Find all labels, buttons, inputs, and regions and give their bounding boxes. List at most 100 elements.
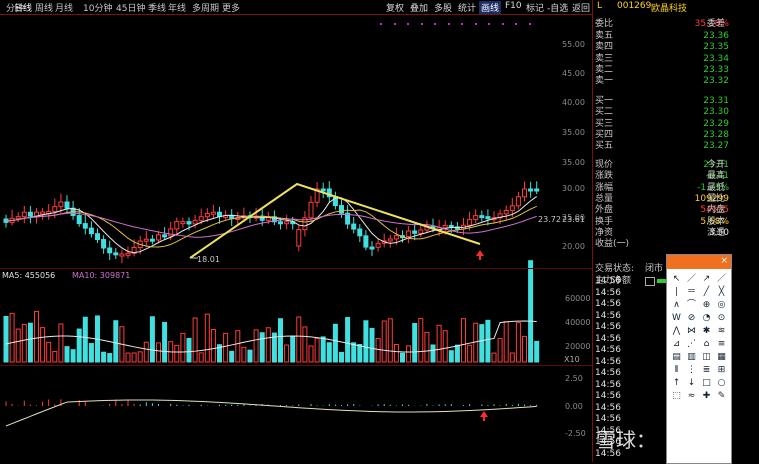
palette-tool-icon[interactable]: ✚ xyxy=(699,390,714,403)
palette-tool-icon[interactable]: ⌂ xyxy=(699,338,714,351)
palette-header[interactable]: × xyxy=(667,255,731,269)
volume-bar xyxy=(131,352,137,363)
palette-tool-icon[interactable]: ⋀ xyxy=(669,325,684,338)
f10-button[interactable]: F10 xyxy=(505,1,522,11)
period-tab[interactable]: 月线 xyxy=(55,1,73,14)
close-icon[interactable]: × xyxy=(720,256,728,266)
volume-bar xyxy=(363,320,369,363)
palette-tool-icon[interactable]: ⋈ xyxy=(684,325,699,338)
quote-row-label: 外盘 xyxy=(595,205,614,216)
statistics-button[interactable]: 统计 xyxy=(458,1,476,14)
sell-row: 卖二 23.33 xyxy=(595,65,759,75)
palette-tool-icon[interactable]: ⋮ xyxy=(684,364,699,377)
palette-tool-icon[interactable]: ≋ xyxy=(714,325,729,338)
palette-tool-icon[interactable]: ／ xyxy=(684,273,699,286)
palette-tool-icon[interactable]: ⬚ xyxy=(669,390,684,403)
overlay-button[interactable]: 叠加 xyxy=(410,1,428,14)
quote-row-label: 收益(一) xyxy=(595,239,630,250)
period-tab[interactable]: 多周期 xyxy=(192,1,219,14)
multi-stock-button[interactable]: 多股 xyxy=(434,1,452,14)
quote-row-label2: 最高 xyxy=(707,171,726,182)
quote-row: 涨幅 -1.73% 最低 xyxy=(595,183,759,193)
volume-bar xyxy=(137,351,143,363)
restore-right-button[interactable]: 复权 xyxy=(386,1,404,14)
palette-tool-icon[interactable]: ⋰ xyxy=(684,338,699,351)
candle xyxy=(27,211,33,217)
palette-tool-icon[interactable]: ⊘ xyxy=(684,312,699,325)
ma5-label: MA5: 455056 xyxy=(2,271,56,280)
candle xyxy=(168,228,174,237)
candle xyxy=(357,228,363,237)
palette-tool-icon[interactable]: ╱ xyxy=(699,286,714,299)
candle xyxy=(21,211,27,218)
toggle-icon[interactable] xyxy=(645,277,655,286)
candle xyxy=(101,239,107,249)
palette-tool-icon[interactable]: ⌒ xyxy=(684,299,699,312)
mark-button[interactable]: 标记 xyxy=(526,1,544,14)
palette-tool-icon[interactable]: ◫ xyxy=(699,351,714,364)
period-tab[interactable]: 更多 xyxy=(222,1,240,14)
trade-status-label: 交易状态: xyxy=(595,264,635,274)
palette-tool-icon[interactable]: ◔ xyxy=(699,312,714,325)
period-tab[interactable]: 周线 xyxy=(35,1,53,14)
period-tab[interactable]: 45日钟 xyxy=(116,1,145,14)
palette-tool-icon[interactable]: ∧ xyxy=(669,299,684,312)
period-tab-daily[interactable]: 日线 xyxy=(14,1,32,14)
stock-code: 001269 xyxy=(617,1,652,11)
palette-tool-icon[interactable]: ⊞ xyxy=(714,364,729,377)
drawing-palette[interactable]: × ↖ ／ ↗ ／ | ＝ ╱ ╳ ∧ ⌒ ⊕ ◎ W ⊘ ◔ ⊙ ⋀ ⋈ ✱ ≋ ⊿ ⋰ ⌂ ≡ ▤ ▥ ◫ ▦ ⦀ ⋮ ≣ ⊞ ↑ ↓ □ ○ ⬚ ≈… xyxy=(666,254,732,464)
palette-tool-icon[interactable]: □ xyxy=(699,377,714,390)
volume-bar xyxy=(162,321,168,363)
signal-dot xyxy=(447,23,450,25)
volume-bar xyxy=(88,343,94,363)
candle xyxy=(369,246,375,250)
palette-tool-icon[interactable]: ↑ xyxy=(669,377,684,390)
palette-tool-icon[interactable]: ⊕ xyxy=(699,299,714,312)
palette-tool-icon[interactable]: ⦀ xyxy=(669,364,684,377)
palette-tool-icon[interactable]: ▤ xyxy=(669,351,684,364)
palette-tool-icon[interactable]: ↗ xyxy=(699,273,714,286)
palette-tool-icon[interactable]: ⊿ xyxy=(669,338,684,351)
quote-row-label2: 今开 xyxy=(707,160,726,170)
quote-row-label2: 量比 xyxy=(707,193,726,204)
sell-row: 卖五 23.36 xyxy=(595,31,759,41)
signal-dot xyxy=(461,23,463,25)
period-tab[interactable]: 季线 xyxy=(148,1,166,14)
volume-bar xyxy=(515,322,521,363)
palette-tool-icon[interactable]: ▥ xyxy=(684,351,699,364)
volume-unit-label: X10 xyxy=(564,355,580,364)
candle xyxy=(52,206,58,213)
palette-tool-icon[interactable]: ╳ xyxy=(714,286,729,299)
add-watchlist-button[interactable]: -自选 xyxy=(547,1,568,14)
palette-tool-icon[interactable]: ≣ xyxy=(699,364,714,377)
palette-tool-icon[interactable]: | xyxy=(669,286,684,299)
palette-tool-icon[interactable]: ⊙ xyxy=(714,312,729,325)
quote-row-label: 总量 xyxy=(595,193,614,204)
candle xyxy=(406,230,412,237)
palette-tool-icon[interactable]: ✱ xyxy=(699,325,714,338)
palette-tool-icon[interactable]: ✎ xyxy=(714,390,729,403)
quote-row: 净资 3.50 流通 xyxy=(595,228,759,238)
candle xyxy=(528,188,534,192)
period-tab[interactable]: 10分钟 xyxy=(83,1,112,14)
kline-chart[interactable] xyxy=(0,14,560,462)
palette-tool-icon[interactable]: ▦ xyxy=(714,351,729,364)
palette-tool-icon[interactable]: W xyxy=(669,312,684,325)
back-button[interactable]: 返回 xyxy=(572,1,590,14)
buy-row-label: 买五 xyxy=(595,141,614,152)
palette-tool-icon[interactable]: ◎ xyxy=(714,299,729,312)
palette-tool-icon[interactable]: ≈ xyxy=(684,390,699,403)
palette-tool-icon[interactable]: ○ xyxy=(714,377,729,390)
pane-divider xyxy=(0,365,592,366)
volume-bar xyxy=(58,323,64,363)
palette-tool-icon[interactable]: ↓ xyxy=(684,377,699,390)
draw-line-button[interactable]: 画线 xyxy=(479,1,502,14)
candle xyxy=(534,188,540,192)
palette-tool-icon[interactable]: ≡ xyxy=(714,338,729,351)
signal-dot xyxy=(474,23,477,25)
palette-tool-icon[interactable]: ／ xyxy=(714,273,729,286)
period-tab[interactable]: 年线 xyxy=(168,1,186,14)
buy-row: 买一 23.31 xyxy=(595,96,759,106)
palette-tool-icon[interactable]: ＝ xyxy=(684,286,699,299)
palette-tool-icon[interactable]: ↖ xyxy=(669,273,684,286)
